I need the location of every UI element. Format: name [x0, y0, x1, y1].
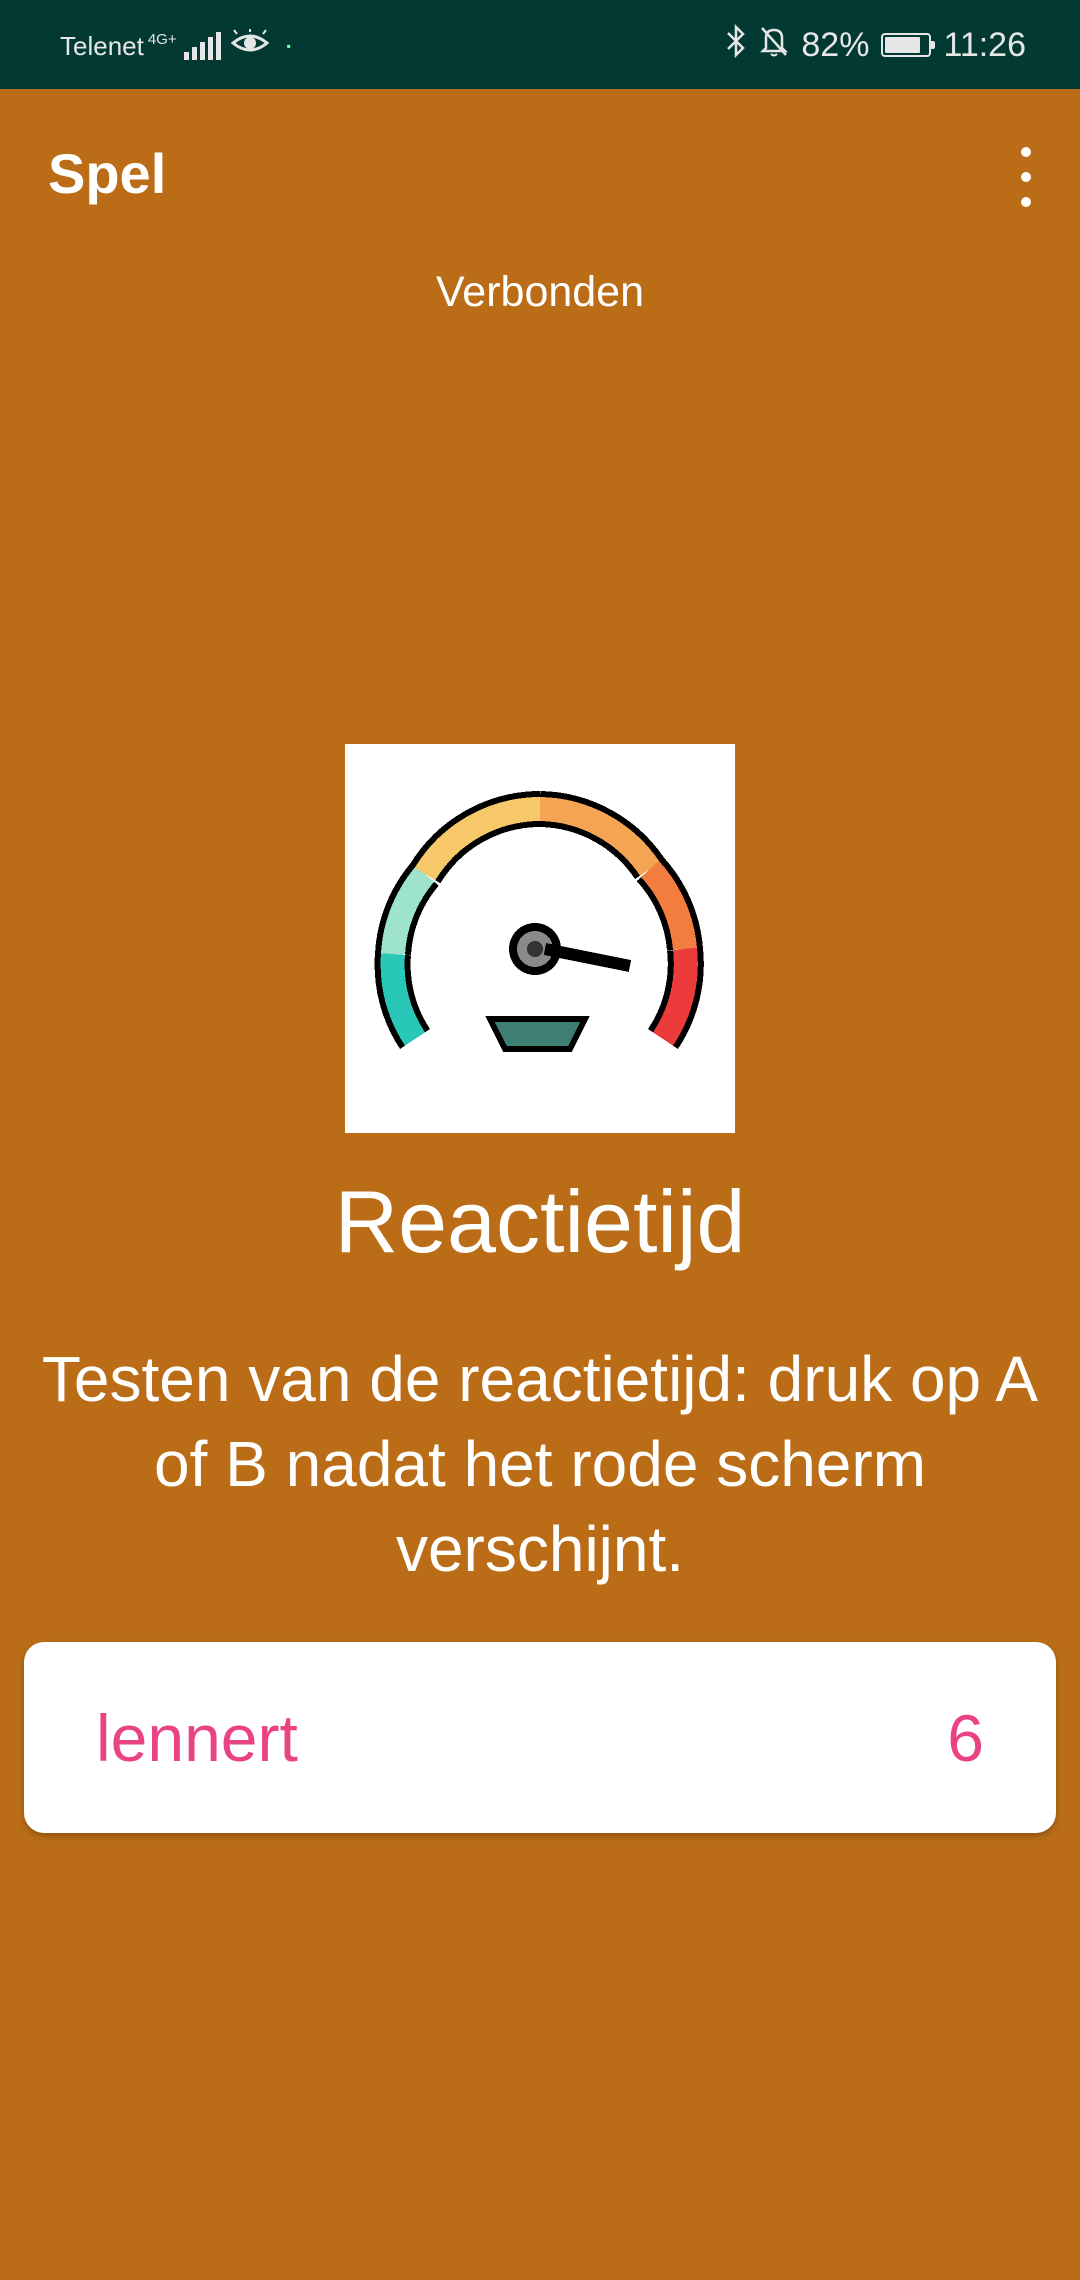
eye-icon: [230, 27, 269, 64]
player-score: 6: [947, 1701, 984, 1775]
status-bar: Telenet 4G+ ▪ 82% 11:26: [0, 0, 1080, 89]
player-list-item[interactable]: lennert 6: [24, 1642, 1056, 1833]
player-name: lennert: [96, 1701, 298, 1775]
app-bar: Spel: [0, 89, 1080, 261]
status-bar-left: Telenet 4G+ ▪: [60, 26, 291, 66]
connection-status: Verbonden: [435, 268, 645, 316]
battery-level-fill: [885, 37, 920, 53]
menu-dot: [1021, 172, 1031, 182]
signal-icon: [181, 32, 221, 60]
more-vert-icon[interactable]: [1006, 147, 1046, 207]
game-description: Testen van de reactietijd: druk op A of …: [41, 1343, 1039, 1585]
battery-percent: 82%: [801, 25, 870, 64]
battery-icon: [881, 33, 936, 57]
bell-off-icon: [759, 24, 789, 67]
bluetooth-icon: [725, 23, 747, 67]
notification-dot-icon: ▪: [286, 39, 291, 53]
network-type-label: 4G+: [147, 30, 177, 48]
status-bar-right: 82% 11:26: [713, 22, 1026, 68]
app-title: Spel: [48, 142, 167, 205]
carrier-label: Telenet: [60, 30, 144, 61]
clock: 11:26: [943, 25, 1026, 64]
game-title: Reactietijd: [334, 1172, 746, 1271]
speedometer-icon: [345, 744, 735, 1133]
menu-dot: [1021, 197, 1031, 207]
menu-dot: [1021, 147, 1031, 157]
